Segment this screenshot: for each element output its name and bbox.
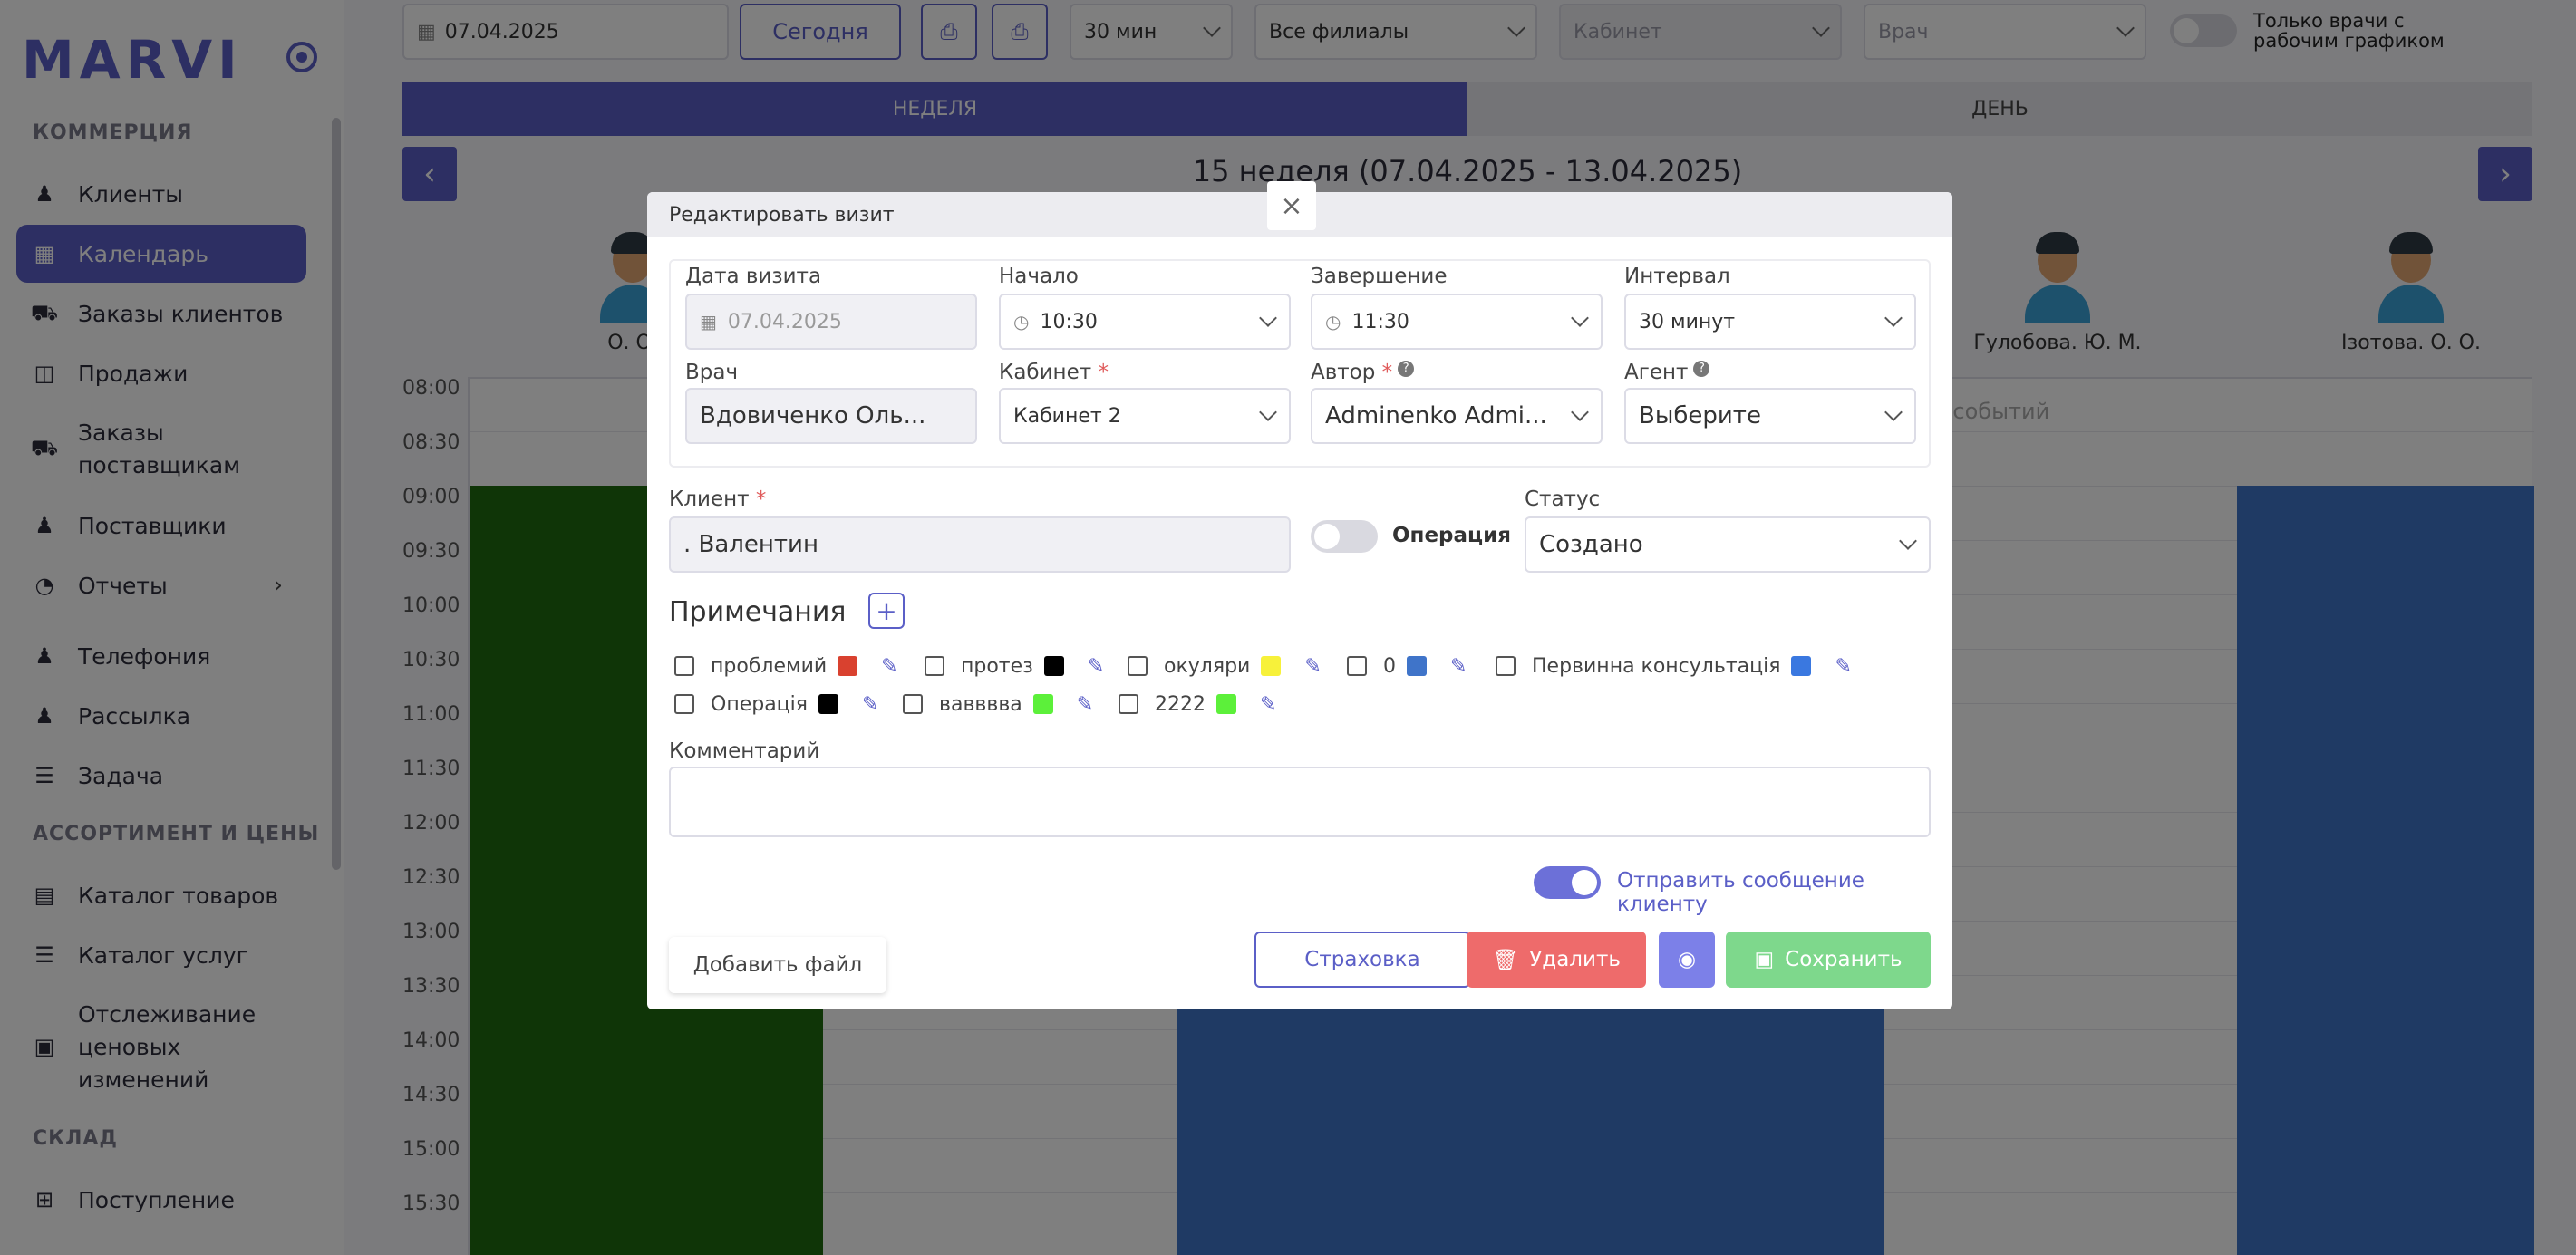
cabinet-select[interactable]: Кабинет 2 <box>999 388 1291 444</box>
edit-icon[interactable]: ✎ <box>1304 655 1321 678</box>
note-item: окуляри ✎ <box>1128 652 1322 680</box>
author-label: Автор *? <box>1311 361 1415 384</box>
comment-textarea[interactable] <box>669 767 1931 837</box>
color-swatch <box>1216 694 1236 714</box>
visit-date-field[interactable]: ▦ 07.04.2025 <box>685 294 977 350</box>
operation-label: Операция <box>1392 524 1511 547</box>
color-swatch <box>1407 656 1427 676</box>
chevron-down-icon <box>1259 403 1277 421</box>
insurance-button[interactable]: Страховка <box>1254 932 1470 988</box>
color-swatch <box>818 694 839 714</box>
note-checkbox[interactable] <box>1119 694 1138 714</box>
chevron-down-icon <box>1884 403 1903 421</box>
required-mark: * <box>755 488 767 511</box>
close-icon[interactable]: × <box>1267 181 1316 230</box>
delete-button[interactable]: 🗑 Удалить <box>1467 932 1646 988</box>
doctor-field[interactable]: Вдовиченко Оль... <box>685 388 977 444</box>
comment-label: Комментарий <box>669 739 820 763</box>
help-icon[interactable]: ? <box>1398 361 1415 377</box>
send-message-label: Отправить сообщение клиенту <box>1617 869 1864 916</box>
note-item: 2222 ✎ <box>1119 690 1276 718</box>
note-item: Первинна консультація ✎ <box>1496 652 1852 680</box>
agent-select[interactable]: Выберите <box>1624 388 1916 444</box>
client-label: Клиент * <box>669 488 767 511</box>
chevron-down-icon <box>1899 532 1917 550</box>
edit-visit-modal: Редактировать визит Дата визита ▦ 07.04.2… <box>647 192 1952 1009</box>
client-field[interactable]: . Валентин <box>669 516 1291 573</box>
edit-icon[interactable]: ✎ <box>881 655 897 678</box>
note-checkbox[interactable] <box>1347 656 1367 676</box>
edit-icon[interactable]: ✎ <box>862 693 878 716</box>
chevron-down-icon <box>1571 403 1589 421</box>
note-item: протез ✎ <box>925 652 1104 680</box>
note-item: Операція ✎ <box>674 690 878 718</box>
eye-icon: ◉ <box>1677 948 1697 971</box>
calendar-icon: ▦ <box>700 311 717 333</box>
note-checkbox[interactable] <box>1496 656 1516 676</box>
note-item: вавввва ✎ <box>903 690 1093 718</box>
add-note-button[interactable]: + <box>868 593 905 629</box>
note-item: проблемий ✎ <box>674 652 898 680</box>
clock-icon: ◷ <box>1013 311 1030 333</box>
note-checkbox[interactable] <box>674 656 694 676</box>
chevron-down-icon <box>1571 309 1589 327</box>
add-file-button[interactable]: Добавить файл <box>669 937 886 993</box>
start-time-label: Начало <box>999 265 1079 288</box>
clock-icon: ◷ <box>1325 311 1341 333</box>
preview-button[interactable]: ◉ <box>1659 932 1715 988</box>
author-select[interactable]: Adminenko Admi... <box>1311 388 1603 444</box>
color-swatch <box>1032 694 1053 714</box>
end-time-select[interactable]: ◷ 11:30 <box>1311 294 1603 350</box>
edit-icon[interactable]: ✎ <box>1260 693 1276 716</box>
required-mark: * <box>1098 361 1109 384</box>
edit-icon[interactable]: ✎ <box>1835 655 1851 678</box>
note-item: 0 ✎ <box>1347 652 1467 680</box>
trash-icon: 🗑 <box>1492 948 1519 972</box>
visit-date-label: Дата визита <box>685 265 822 288</box>
edit-icon[interactable]: ✎ <box>1088 655 1104 678</box>
edit-icon[interactable]: ✎ <box>1450 655 1467 678</box>
notes-title: Примечания <box>669 596 847 628</box>
color-swatch <box>1261 656 1282 676</box>
required-mark: * <box>1381 361 1393 384</box>
note-checkbox[interactable] <box>925 656 944 676</box>
save-button[interactable]: ▣ Сохранить <box>1726 932 1931 988</box>
cabinet-label: Кабинет * <box>999 361 1109 384</box>
doctor-label: Врач <box>685 361 739 384</box>
interval-select[interactable]: 30 минут <box>1624 294 1916 350</box>
interval-label: Интервал <box>1624 265 1730 288</box>
color-swatch <box>838 656 858 676</box>
help-icon[interactable]: ? <box>1693 361 1710 377</box>
note-checkbox[interactable] <box>903 694 923 714</box>
chevron-down-icon <box>1884 309 1903 327</box>
chevron-down-icon <box>1259 309 1277 327</box>
operation-toggle[interactable] <box>1311 520 1378 553</box>
color-swatch <box>1791 656 1812 676</box>
color-swatch <box>1043 656 1064 676</box>
agent-label: Агент? <box>1624 361 1710 384</box>
save-icon: ▣ <box>1754 948 1775 971</box>
start-time-select[interactable]: ◷ 10:30 <box>999 294 1291 350</box>
send-message-toggle[interactable] <box>1534 866 1601 899</box>
status-label: Статус <box>1525 488 1601 511</box>
note-checkbox[interactable] <box>1128 656 1148 676</box>
note-checkbox[interactable] <box>674 694 694 714</box>
plus-icon: + <box>876 595 897 626</box>
end-time-label: Завершение <box>1311 265 1448 288</box>
status-select[interactable]: Создано <box>1525 516 1931 573</box>
edit-icon[interactable]: ✎ <box>1077 693 1093 716</box>
